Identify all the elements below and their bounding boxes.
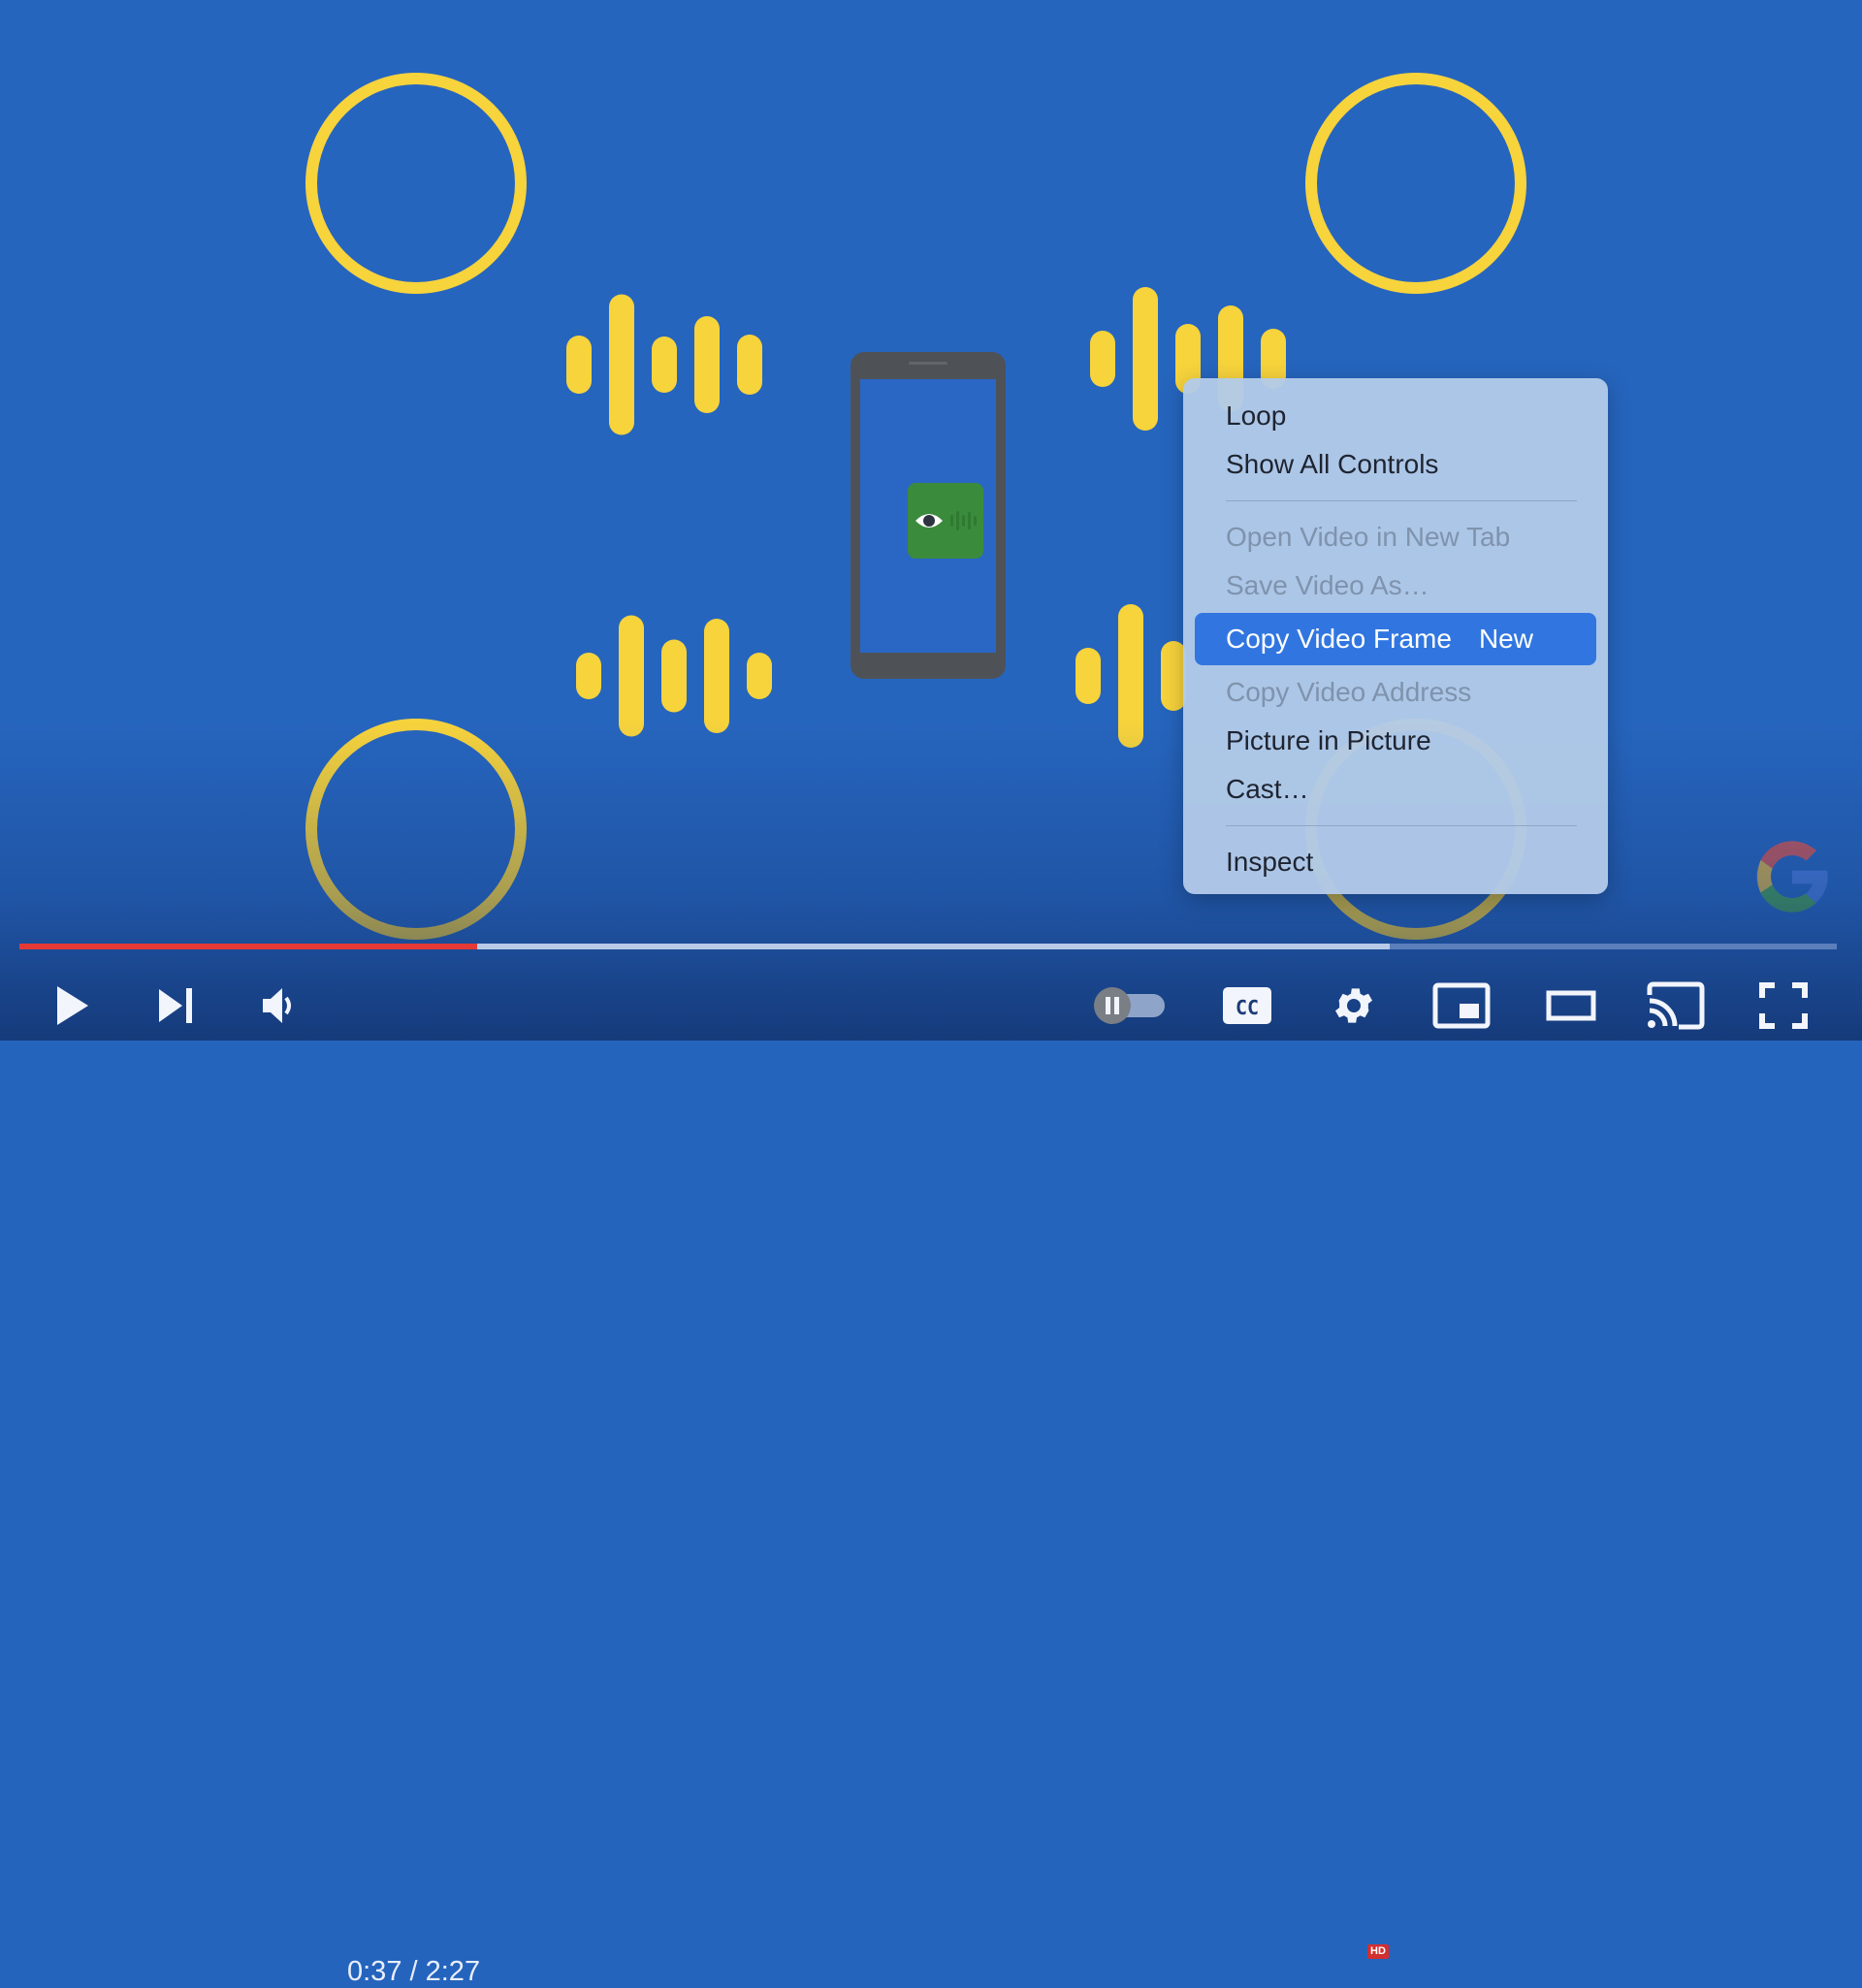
- fullscreen-button[interactable]: [1757, 970, 1810, 1041]
- sound-wave-bottom-left: [576, 615, 772, 737]
- menu-separator: [1226, 500, 1577, 501]
- menu-item-save-video-as: Save Video As…: [1195, 561, 1596, 610]
- sound-bar: [652, 337, 677, 393]
- miniplayer-button[interactable]: [1431, 970, 1492, 1041]
- menu-item-label: Copy Video Frame: [1226, 624, 1452, 654]
- svg-text:CC: CC: [1236, 996, 1259, 1019]
- cast-button[interactable]: [1645, 970, 1707, 1041]
- play-icon: [57, 985, 88, 1025]
- theater-mode-button[interactable]: [1544, 970, 1598, 1041]
- autoplay-toggle-icon: [1094, 986, 1165, 1024]
- menu-item-show-all-controls[interactable]: Show All Controls: [1195, 440, 1596, 489]
- volume-button[interactable]: [254, 970, 303, 1041]
- player-controls: 0:37 / 2:27 CC HD: [0, 970, 1862, 1987]
- menu-item-label: Copy Video Address: [1226, 677, 1472, 707]
- sound-bar: [609, 294, 634, 435]
- time-display: 0:37 / 2:27: [347, 1956, 481, 1987]
- eye-icon: [915, 511, 977, 530]
- sound-bar: [1075, 648, 1101, 704]
- menu-item-copy-video-address: Copy Video Address: [1195, 668, 1596, 717]
- menu-item-cast[interactable]: Cast…: [1195, 765, 1596, 814]
- sound-bar: [1118, 604, 1143, 748]
- theater-mode-icon: [1546, 990, 1596, 1020]
- autoplay-toggle[interactable]: [1092, 970, 1170, 1041]
- sound-bar: [1090, 331, 1115, 387]
- sound-bar: [1133, 287, 1158, 431]
- sound-bar: [694, 316, 720, 413]
- menu-item-label: Picture in Picture: [1226, 725, 1431, 755]
- cast-icon: [1647, 981, 1705, 1029]
- context-menu: Loop Show All Controls Open Video in New T…: [1183, 378, 1608, 894]
- cc-icon: CC: [1223, 986, 1271, 1024]
- sound-bar: [566, 336, 592, 394]
- menu-item-inspect[interactable]: Inspect: [1195, 838, 1596, 886]
- sound-bar: [704, 619, 729, 733]
- sound-bar: [737, 335, 762, 395]
- menu-item-label: Cast…: [1226, 774, 1309, 804]
- sound-wave-top-left: [566, 294, 762, 435]
- volume-icon: [263, 987, 291, 1023]
- phone-illustration: [851, 352, 1006, 679]
- sound-wave-bottom-right: [1075, 604, 1186, 748]
- sound-bar: [747, 653, 772, 699]
- menu-item-label: Inspect: [1226, 847, 1314, 877]
- duration: 2:27: [425, 1956, 481, 1987]
- decorative-circle-top-left: [305, 73, 527, 294]
- menu-item-label: Loop: [1226, 401, 1287, 431]
- menu-item-loop[interactable]: Loop: [1195, 392, 1596, 440]
- menu-item-picture-in-picture[interactable]: Picture in Picture: [1195, 717, 1596, 765]
- menu-item-copy-video-frame[interactable]: Copy Video Frame New: [1195, 613, 1596, 665]
- menu-item-label: Save Video As…: [1226, 570, 1429, 600]
- menu-separator: [1226, 825, 1577, 826]
- skip-next-icon: [159, 987, 192, 1023]
- app-tile: [908, 483, 983, 559]
- menu-item-label: Show All Controls: [1226, 449, 1439, 479]
- menu-item-label: Open Video in New Tab: [1226, 522, 1511, 552]
- fullscreen-icon: [1759, 981, 1808, 1029]
- sound-bar: [576, 653, 601, 699]
- next-button[interactable]: [151, 970, 200, 1041]
- progress-bar[interactable]: [19, 944, 1837, 949]
- hd-badge: HD: [1367, 1944, 1389, 1959]
- decorative-circle-bottom-left: [305, 719, 527, 940]
- decorative-circle-top-right: [1305, 73, 1526, 294]
- phone-screen: [860, 379, 996, 653]
- play-button[interactable]: [47, 970, 95, 1041]
- sound-bar: [619, 615, 644, 737]
- current-time: 0:37: [347, 1956, 402, 1987]
- progress-played: [19, 944, 478, 949]
- sound-bar: [661, 639, 687, 713]
- gear-icon: [1335, 987, 1372, 1023]
- new-badge: New: [1478, 624, 1533, 654]
- phone-speaker: [909, 362, 947, 365]
- miniplayer-icon: [1432, 982, 1491, 1028]
- settings-button[interactable]: [1327, 970, 1381, 1041]
- google-logo-icon: [1756, 841, 1828, 913]
- captions-button[interactable]: CC: [1218, 970, 1276, 1041]
- menu-item-open-video-in-new-tab: Open Video in New Tab: [1195, 513, 1596, 561]
